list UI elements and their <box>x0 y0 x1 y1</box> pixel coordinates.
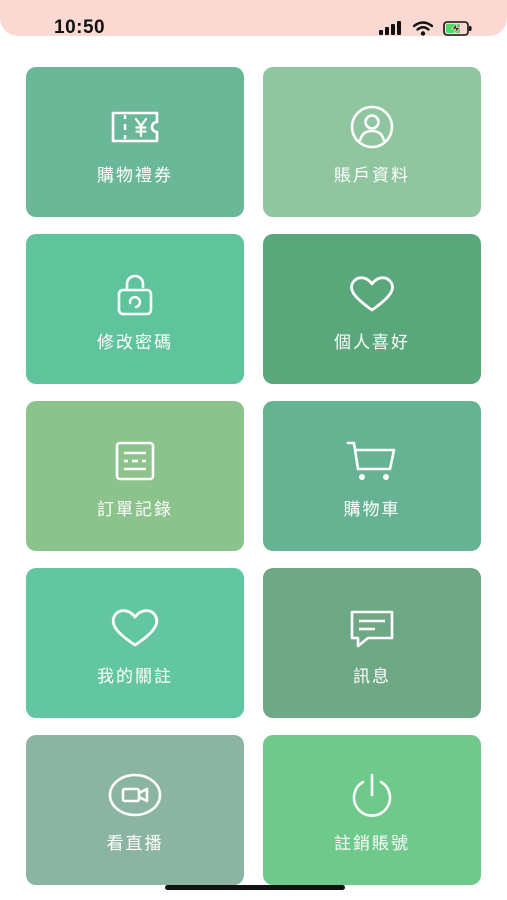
tile-label: 看直播 <box>106 834 164 854</box>
status-bar: 10:50 <box>0 0 507 38</box>
home-indicator[interactable] <box>165 885 345 890</box>
tile-messages[interactable]: 訊息 <box>263 568 481 718</box>
battery-charging-icon <box>443 20 473 36</box>
tile-account-info[interactable]: 賬戶資料 <box>263 67 481 217</box>
cart-icon <box>344 439 400 483</box>
lock-icon <box>107 272 163 316</box>
tile-label: 購物禮券 <box>97 166 173 186</box>
tile-shopping-voucher[interactable]: 購物禮券 <box>26 67 244 217</box>
tile-label: 我的關註 <box>97 667 173 687</box>
tile-change-password[interactable]: 修改密碼 <box>26 234 244 384</box>
status-icons <box>379 18 473 38</box>
power-icon <box>344 773 400 817</box>
heart-icon <box>107 606 163 650</box>
tile-label: 賬戶資料 <box>334 166 410 186</box>
document-icon <box>107 439 163 483</box>
wifi-icon <box>413 20 433 36</box>
user-icon <box>344 105 400 149</box>
tile-label: 訂單記錄 <box>97 500 173 520</box>
video-camera-icon <box>107 773 163 817</box>
tile-personal-preferences[interactable]: 個人喜好 <box>263 234 481 384</box>
tile-shopping-cart[interactable]: 購物車 <box>263 401 481 551</box>
signal-icon <box>379 21 403 35</box>
tile-cancel-account[interactable]: 註銷賬號 <box>263 735 481 885</box>
voucher-icon <box>107 105 163 149</box>
tile-order-history[interactable]: 訂單記錄 <box>26 401 244 551</box>
tile-label: 修改密碼 <box>97 333 173 353</box>
tile-label: 購物車 <box>343 500 401 520</box>
status-time: 10:50 <box>54 17 106 38</box>
tile-watch-live[interactable]: 看直播 <box>26 735 244 885</box>
tile-label: 註銷賬號 <box>334 834 410 854</box>
tile-label: 訊息 <box>353 667 391 687</box>
message-icon <box>344 606 400 650</box>
heart-icon <box>344 272 400 316</box>
tile-label: 個人喜好 <box>334 333 410 353</box>
tile-my-follows[interactable]: 我的關註 <box>26 568 244 718</box>
